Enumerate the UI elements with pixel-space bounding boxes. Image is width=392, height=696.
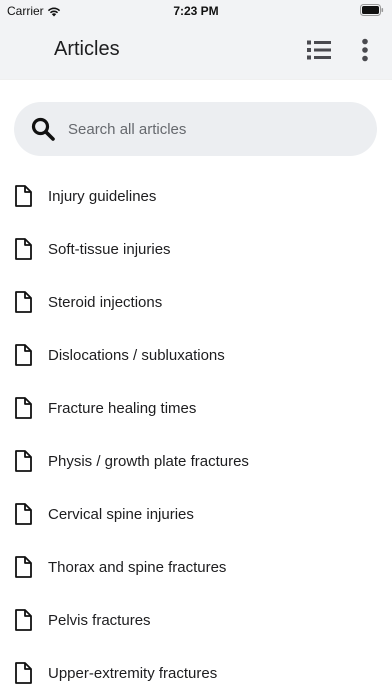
document-icon	[15, 397, 32, 419]
list-item-label: Thorax and spine fractures	[48, 559, 227, 576]
list-item-label: Soft-tissue injuries	[48, 241, 171, 258]
more-vertical-icon	[362, 38, 368, 62]
document-icon	[15, 556, 32, 578]
document-icon	[15, 662, 32, 684]
search-input[interactable]	[68, 116, 358, 142]
page-title: Articles	[54, 38, 120, 60]
list-item[interactable]: Cervical spine injuries	[0, 488, 392, 541]
article-list: Injury guidelines Soft-tissue injuries S…	[0, 170, 392, 696]
document-icon	[15, 344, 32, 366]
list-item[interactable]: Dislocations / subluxations	[0, 329, 392, 382]
status-bar: Carrier 7:23 PM	[0, 0, 392, 22]
list-item-label: Fracture healing times	[48, 400, 197, 417]
list-item-label: Cervical spine injuries	[48, 506, 194, 523]
list-item-label: Injury guidelines	[48, 188, 157, 205]
list-item-label: Physis / growth plate fractures	[48, 453, 249, 470]
list-item[interactable]: Injury guidelines	[0, 170, 392, 223]
list-view-icon	[307, 40, 331, 60]
list-item[interactable]: Fracture healing times	[0, 382, 392, 435]
document-icon	[15, 450, 32, 472]
list-item[interactable]: Thorax and spine fractures	[0, 541, 392, 594]
app-bar: Articles	[0, 22, 392, 79]
search-bar[interactable]	[14, 102, 377, 156]
search-icon	[31, 117, 55, 141]
document-icon	[15, 185, 32, 207]
document-icon	[15, 291, 32, 313]
list-item[interactable]: Upper-extremity fractures	[0, 647, 392, 696]
document-icon	[15, 503, 32, 525]
list-item[interactable]: Soft-tissue injuries	[0, 223, 392, 276]
list-item-label: Pelvis fractures	[48, 612, 151, 629]
list-item-label: Steroid injections	[48, 294, 163, 311]
list-item[interactable]: Physis / growth plate fractures	[0, 435, 392, 488]
list-item-label: Dislocations / subluxations	[48, 347, 225, 364]
document-icon	[15, 238, 32, 260]
list-item-label: Upper-extremity fractures	[48, 665, 218, 682]
more-options-button[interactable]	[349, 34, 381, 66]
list-item[interactable]: Steroid injections	[0, 276, 392, 329]
list-view-button[interactable]	[303, 34, 335, 66]
list-item[interactable]: Pelvis fractures	[0, 594, 392, 647]
document-icon	[15, 609, 32, 631]
battery-icon	[360, 4, 384, 16]
status-time: 7:23 PM	[173, 4, 219, 18]
